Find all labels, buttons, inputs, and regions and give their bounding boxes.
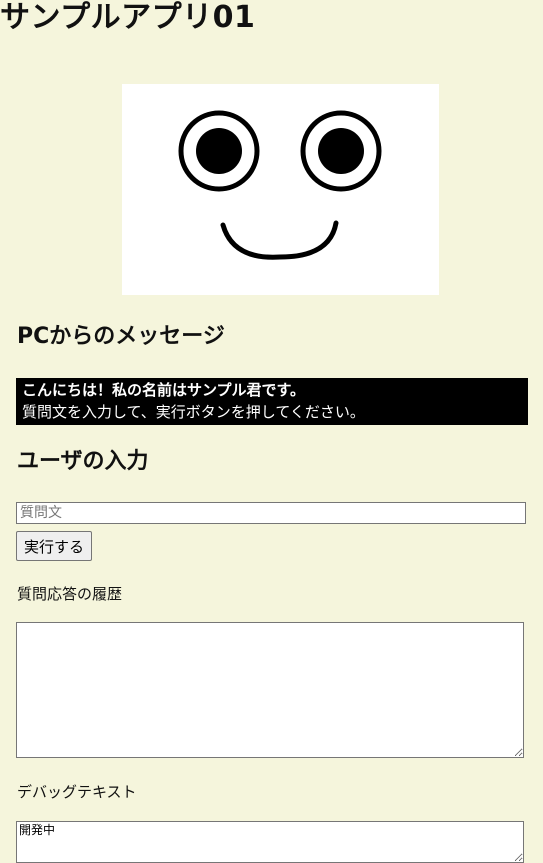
history-label: 質問応答の履歴 <box>17 585 123 603</box>
instruction-text: 質問文を入力して、実行ボタンを押してください。 <box>22 403 365 421</box>
greeting-text: こんにちは！私の名前はサンプル君です。 <box>22 381 306 399</box>
pc-message-box: こんにちは！私の名前はサンプル君です。 質問文を入力して、実行ボタンを押してくだ… <box>16 378 528 425</box>
debug-textarea[interactable]: 開発中 <box>16 821 524 863</box>
pc-message-heading: PCからのメッセージ <box>17 324 225 349</box>
run-button[interactable]: 実行する <box>16 531 93 561</box>
app-title: サンプルアプリ01 <box>0 0 256 35</box>
left-eye-pupil <box>196 128 242 174</box>
smiley-face-icon <box>178 110 382 260</box>
question-input[interactable] <box>16 502 526 524</box>
debug-label: デバッグテキスト <box>17 783 137 801</box>
history-textarea[interactable] <box>16 622 524 758</box>
user-input-heading: ユーザの入力 <box>17 449 149 474</box>
avatar <box>122 84 439 295</box>
smile-mouth <box>220 220 339 260</box>
right-eye-pupil <box>318 128 364 174</box>
